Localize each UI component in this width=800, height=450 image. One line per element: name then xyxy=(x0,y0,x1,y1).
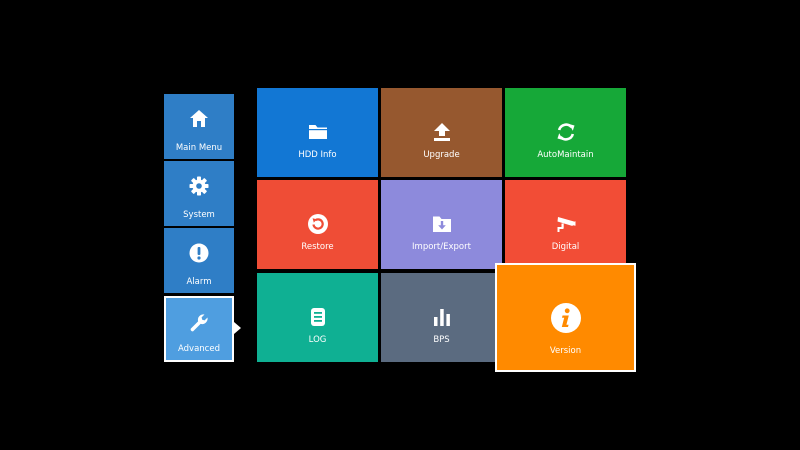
restore-icon xyxy=(307,213,329,235)
tile-label: Upgrade xyxy=(423,150,460,160)
log-icon xyxy=(307,306,329,328)
alert-icon xyxy=(188,242,210,264)
bar-chart-icon xyxy=(431,306,453,328)
folder-icon xyxy=(307,121,329,143)
folder-download-icon xyxy=(431,213,453,235)
tile-automaintain[interactable]: AutoMaintain xyxy=(505,88,626,177)
sidebar-item-advanced[interactable]: Advanced xyxy=(164,296,234,362)
tile-label: LOG xyxy=(308,335,327,345)
tile-upgrade[interactable]: Upgrade xyxy=(381,88,502,177)
sidebar-item-label: Alarm xyxy=(186,277,212,287)
sidebar-item-label: System xyxy=(183,210,215,220)
camera-icon xyxy=(555,213,577,235)
sidebar-item-system[interactable]: System xyxy=(164,161,234,226)
tile-bps[interactable]: BPS xyxy=(381,273,502,362)
selection-pointer xyxy=(234,322,241,334)
tile-label: BPS xyxy=(433,335,450,345)
sidebar-item-label: Main Menu xyxy=(175,143,223,153)
sidebar-item-main-menu[interactable]: Main Menu xyxy=(164,94,234,159)
tile-version[interactable]: Version xyxy=(495,263,636,372)
tile-label: AutoMaintain xyxy=(537,150,594,160)
home-icon xyxy=(188,108,210,130)
wrench-icon xyxy=(188,312,210,334)
tile-hdd-info[interactable]: HDD Info xyxy=(257,88,378,177)
sidebar-item-label: Advanced xyxy=(178,344,220,354)
advanced-menu-screen: Main Menu System Alarm Advanced HDD Info… xyxy=(0,0,800,450)
tile-label: Import/Export xyxy=(412,242,471,252)
info-icon xyxy=(550,302,582,334)
gear-icon xyxy=(188,175,210,197)
tile-log[interactable]: LOG xyxy=(257,273,378,362)
sidebar-item-alarm[interactable]: Alarm xyxy=(164,228,234,293)
upload-arrow-icon xyxy=(431,121,453,143)
tile-restore[interactable]: Restore xyxy=(257,180,378,269)
tile-import-export[interactable]: Import/Export xyxy=(381,180,502,269)
tile-label: HDD Info xyxy=(298,150,337,160)
refresh-icon xyxy=(555,121,577,143)
tile-label: Digital xyxy=(551,242,580,252)
tile-digital[interactable]: Digital xyxy=(505,180,626,269)
tile-label: Restore xyxy=(301,242,334,252)
tile-label: Version xyxy=(549,346,582,356)
